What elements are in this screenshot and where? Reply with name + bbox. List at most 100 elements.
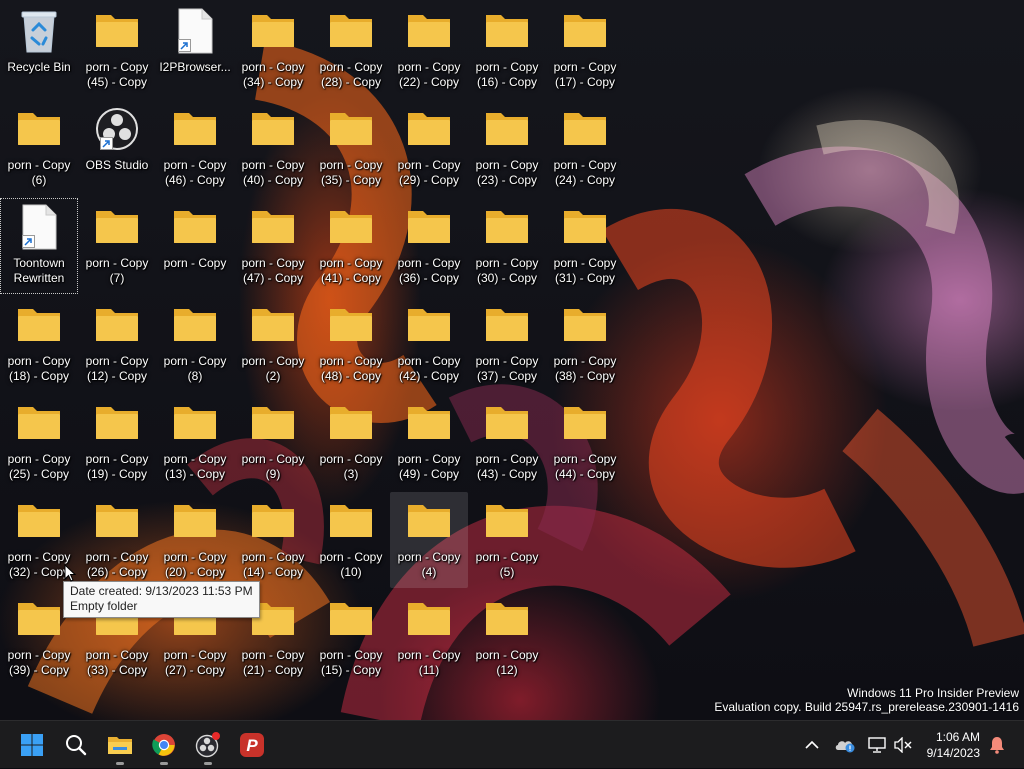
desktop-folder[interactable]: porn - Copy (40) - Copy [234, 100, 312, 196]
clock[interactable]: 1:06 AM 9/14/2023 [927, 729, 980, 761]
desktop-folder[interactable]: porn - Copy (12) - Copy [78, 296, 156, 392]
desktop-folder[interactable]: porn - Copy (5) [468, 492, 546, 588]
desktop-folder[interactable]: porn - Copy (11) [390, 590, 468, 686]
desktop-icon-label: porn - Copy (3) [319, 452, 383, 481]
volume-tray-button[interactable] [890, 721, 916, 769]
desktop-folder[interactable]: porn - Copy (44) - Copy [546, 394, 624, 490]
chrome-button[interactable] [144, 725, 184, 765]
desktop-folder[interactable]: porn - Copy (8) [156, 296, 234, 392]
folder-icon [328, 400, 374, 446]
desktop-icon-label: porn - Copy (33) - Copy [85, 648, 149, 677]
desktop-icon-label: porn - Copy (9) [241, 452, 305, 481]
start-button[interactable] [12, 725, 52, 765]
folder-icon [16, 106, 62, 152]
onedrive-tray-button[interactable] [832, 721, 858, 769]
desktop-folder[interactable]: porn - Copy (36) - Copy [390, 198, 468, 294]
folder-icon [406, 498, 452, 544]
desktop-folder[interactable]: porn - Copy (28) - Copy [312, 2, 390, 98]
folder-icon [328, 302, 374, 348]
desktop-shortcut[interactable]: I2PBrowser... [156, 2, 234, 98]
desktop-folder[interactable]: porn - Copy (17) - Copy [546, 2, 624, 98]
folder-icon [250, 302, 296, 348]
folder-icon [406, 400, 452, 446]
desktop-folder[interactable]: porn - Copy (30) - Copy [468, 198, 546, 294]
desktop-icon-label: porn - Copy (48) - Copy [319, 354, 383, 383]
obs-studio-button[interactable] [188, 725, 228, 765]
desktop-icon-label: porn - Copy (15) - Copy [319, 648, 383, 677]
folder-icon [172, 204, 218, 250]
desktop-folder[interactable]: porn - Copy (16) - Copy [468, 2, 546, 98]
show-hidden-icons-button[interactable] [800, 721, 824, 769]
desktop-icon-label: porn - Copy (16) - Copy [475, 60, 539, 89]
desktop-folder[interactable]: porn - Copy (41) - Copy [312, 198, 390, 294]
desktop-folder[interactable]: porn - Copy (34) - Copy [234, 2, 312, 98]
desktop-folder[interactable]: porn - Copy (29) - Copy [390, 100, 468, 196]
watermark-build: Evaluation copy. Build 25947.rs_prerelea… [714, 700, 1019, 714]
desktop-folder[interactable]: porn - Copy (3) [312, 394, 390, 490]
desktop-folder[interactable]: porn - Copy (9) [234, 394, 312, 490]
running-indicator [204, 762, 212, 765]
network-icon [868, 737, 886, 753]
folder-icon [406, 204, 452, 250]
desktop-folder[interactable]: porn - Copy (48) - Copy [312, 296, 390, 392]
desktop-folder[interactable]: porn - Copy (6) [0, 100, 78, 196]
desktop-folder[interactable]: porn - Copy (4) [390, 492, 468, 588]
search-button[interactable] [56, 725, 96, 765]
desktop-folder[interactable]: porn - Copy (23) - Copy [468, 100, 546, 196]
file-explorer-button[interactable] [100, 725, 140, 765]
recycle-bin-icon [16, 8, 62, 54]
tooltip-date: Date created: 9/13/2023 11:53 PM [70, 584, 253, 598]
desktop-folder[interactable]: porn - Copy (12) [468, 590, 546, 686]
desktop-icon-label: porn - Copy (47) - Copy [241, 256, 305, 285]
desktop-icon-label: OBS Studio [85, 158, 149, 172]
desktop-folder[interactable]: porn - Copy (10) [312, 492, 390, 588]
folder-icon [250, 204, 296, 250]
desktop-folder[interactable]: porn - Copy (35) - Copy [312, 100, 390, 196]
desktop-folder[interactable]: porn - Copy (14) - Copy [234, 492, 312, 588]
desktop-folder[interactable]: porn - Copy (38) - Copy [546, 296, 624, 392]
desktop-folder[interactable]: porn - Copy (24) - Copy [546, 100, 624, 196]
desktop-shortcut[interactable]: OBS Studio [78, 100, 156, 196]
taskbar: P 1:06 AM 9/14/2023 [0, 720, 1024, 768]
windows-watermark: Windows 11 Pro Insider Preview Evaluatio… [714, 686, 1019, 714]
desktop-folder[interactable]: porn - Copy (25) - Copy [0, 394, 78, 490]
desktop-folder[interactable]: porn - Copy [156, 198, 234, 294]
desktop-icon-label: porn - Copy (34) - Copy [241, 60, 305, 89]
desktop-folder[interactable]: porn - Copy (7) [78, 198, 156, 294]
desktop-icon-label: porn - Copy (46) - Copy [163, 158, 227, 187]
desktop-icon-label: Toontown Rewritten [13, 256, 65, 285]
desktop-folder[interactable]: porn - Copy (49) - Copy [390, 394, 468, 490]
desktop-folder[interactable]: porn - Copy (45) - Copy [78, 2, 156, 98]
tooltip-type: Empty folder [70, 599, 138, 613]
notification-center-button[interactable] [986, 721, 1008, 769]
desktop-folder[interactable]: porn - Copy (26) - Copy [78, 492, 156, 588]
desktop-folder[interactable]: porn - Copy (18) - Copy [0, 296, 78, 392]
desktop-icon-label: porn - Copy (44) - Copy [553, 452, 617, 481]
desktop-folder[interactable]: porn - Copy (22) - Copy [390, 2, 468, 98]
desktop-folder[interactable]: porn - Copy (15) - Copy [312, 590, 390, 686]
desktop-folder[interactable]: porn - Copy (46) - Copy [156, 100, 234, 196]
desktop-folder[interactable]: porn - Copy (43) - Copy [468, 394, 546, 490]
desktop-icon-label: porn - Copy [163, 256, 227, 270]
start-icon [21, 734, 43, 756]
desktop-icon-label: porn - Copy (26) - Copy [85, 550, 149, 579]
desktop-folder[interactable]: porn - Copy (13) - Copy [156, 394, 234, 490]
desktop-folder[interactable]: porn - Copy (2) [234, 296, 312, 392]
desktop-folder[interactable]: porn - Copy (31) - Copy [546, 198, 624, 294]
desktop-shortcut[interactable]: Recycle Bin [0, 2, 78, 98]
desktop[interactable]: Recycle Bin porn - Copy (6) Toontown Rewri… [0, 0, 1024, 720]
desktop-folder[interactable]: porn - Copy (19) - Copy [78, 394, 156, 490]
desktop-folder[interactable]: porn - Copy (42) - Copy [390, 296, 468, 392]
desktop-shortcut[interactable]: Toontown Rewritten [0, 198, 78, 294]
folder-icon [328, 204, 374, 250]
folder-icon [562, 400, 608, 446]
desktop-folder[interactable]: porn - Copy (47) - Copy [234, 198, 312, 294]
desktop-icon-label: porn - Copy (28) - Copy [319, 60, 383, 89]
desktop-icon-label: porn - Copy (22) - Copy [397, 60, 461, 89]
folder-icon [406, 302, 452, 348]
network-tray-button[interactable] [864, 721, 890, 769]
desktop-folder[interactable]: porn - Copy (37) - Copy [468, 296, 546, 392]
desktop-folder[interactable]: porn - Copy (20) - Copy [156, 492, 234, 588]
desktop-icon-label: porn - Copy (39) - Copy [7, 648, 71, 677]
proton-vpn-button[interactable]: P [232, 725, 272, 765]
